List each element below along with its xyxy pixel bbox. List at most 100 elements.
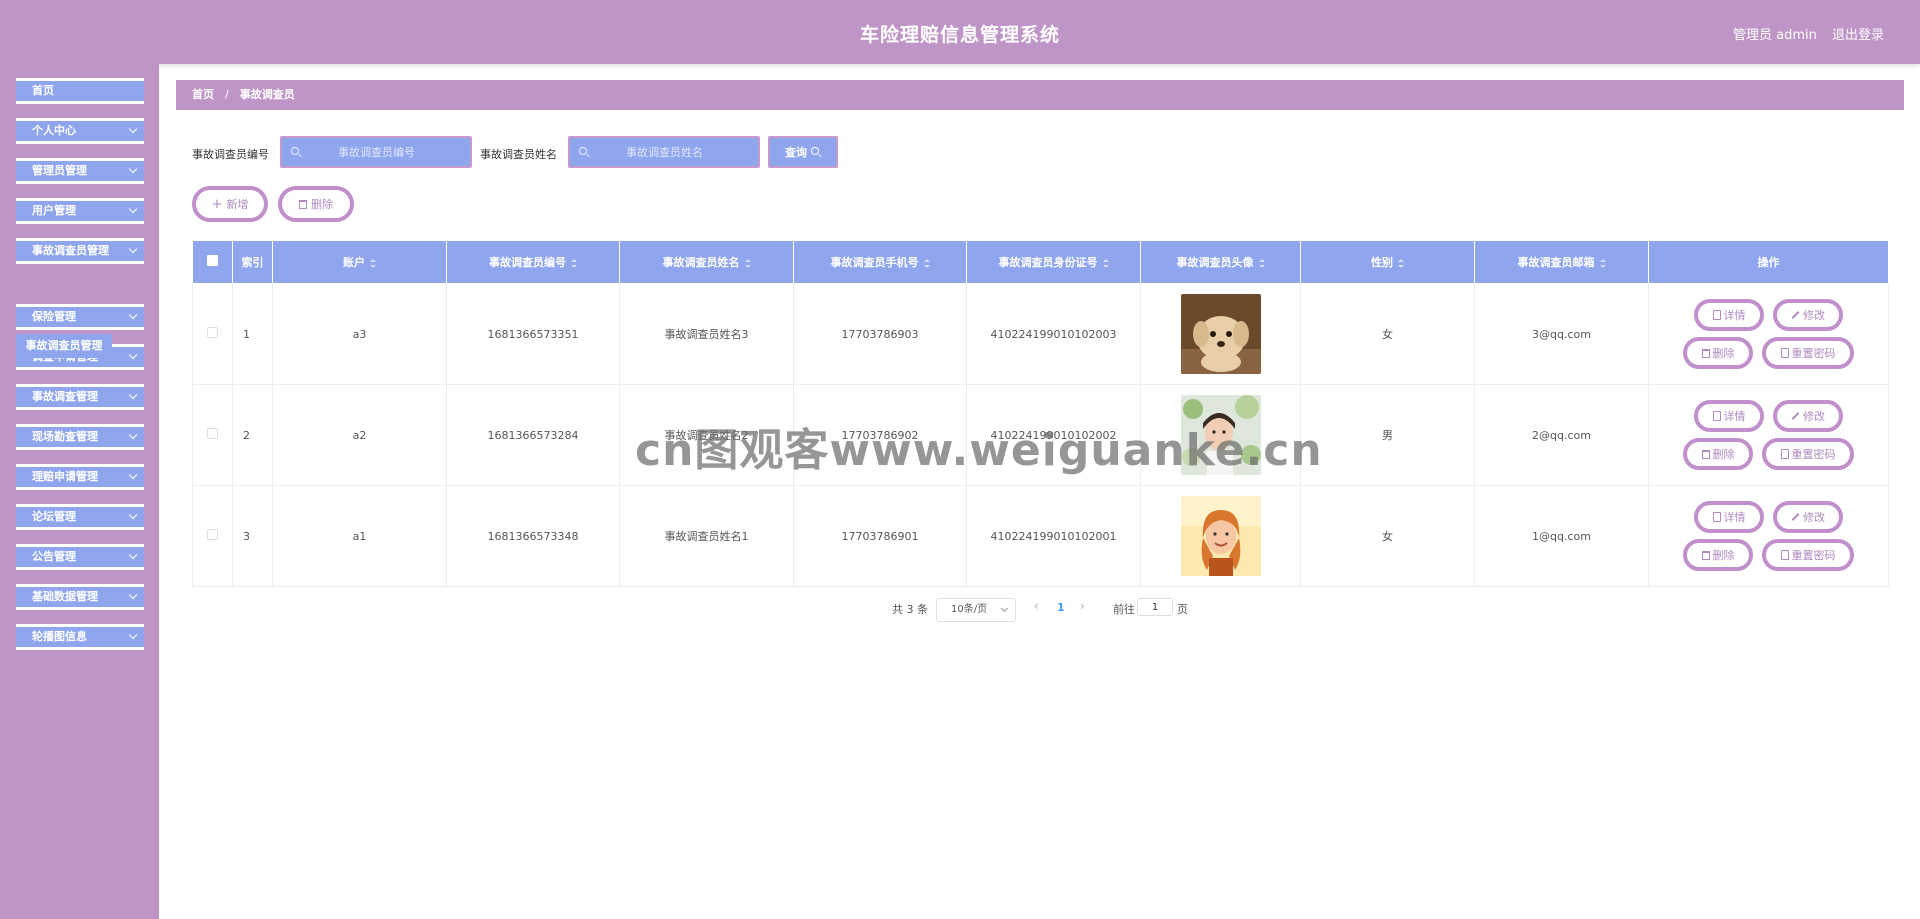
pagination-total: 共 3 条: [892, 603, 928, 616]
edit-icon: [1791, 513, 1800, 521]
cell-email: 2@qq.com: [1474, 384, 1649, 486]
cell-account: a3: [272, 283, 447, 385]
goto-page-input[interactable]: [1137, 598, 1173, 616]
delete-label: 删除: [311, 198, 333, 211]
sidebar-subitem-investigator[interactable]: 事故调查员管理: [16, 334, 112, 358]
column-header: 索引: [232, 240, 273, 284]
query-button[interactable]: 查询: [768, 136, 838, 168]
sidebar-item-label: 个人中心: [32, 124, 76, 137]
query-label: 查询: [785, 146, 807, 159]
chevron-down-icon: [128, 350, 138, 360]
sidebar-item[interactable]: 公告管理: [16, 544, 144, 570]
detail-button[interactable]: 详情: [1694, 501, 1764, 533]
sidebar-item[interactable]: 用户管理: [16, 198, 144, 224]
column-header[interactable]: 事故调查员身份证号: [966, 240, 1141, 284]
sidebar-item[interactable]: 现场勘查管理: [16, 424, 144, 450]
detail-label: 详情: [1723, 410, 1746, 423]
cell-code: 1681366573351: [446, 283, 620, 385]
edit-button[interactable]: 修改: [1773, 501, 1843, 533]
row-checkbox[interactable]: [192, 384, 233, 486]
sidebar-item-label: 轮播图信息: [32, 630, 87, 643]
cell-avatar: [1140, 384, 1301, 486]
sidebar-item[interactable]: 论坛管理: [16, 504, 144, 530]
column-header[interactable]: 性别: [1300, 240, 1475, 284]
column-header[interactable]: 事故调查员头像: [1140, 240, 1301, 284]
cell-gender: 男: [1300, 384, 1475, 486]
breadcrumb: 首页 / 事故调查员: [176, 80, 1904, 110]
column-header[interactable]: 事故调查员姓名: [619, 240, 794, 284]
page-size-select[interactable]: 10条/页: [936, 598, 1016, 622]
add-button[interactable]: + 新增: [192, 186, 268, 222]
sort-icon: [571, 258, 577, 268]
cell-gender: 女: [1300, 283, 1475, 385]
reset-password-button[interactable]: 重置密码: [1762, 337, 1854, 369]
add-label: 新增: [226, 198, 249, 211]
app-title: 车险理赔信息管理系统: [859, 24, 1060, 46]
sidebar-item[interactable]: 事故调查员管理: [16, 238, 144, 264]
cell-index: 2: [232, 384, 273, 486]
sidebar-item[interactable]: 管理员管理: [16, 158, 144, 184]
edit-label: 修改: [1803, 309, 1825, 322]
trash-icon: [1701, 449, 1710, 459]
row-checkbox[interactable]: [192, 485, 233, 587]
sidebar-item-label: 首页: [32, 84, 54, 97]
edit-button[interactable]: 修改: [1773, 299, 1843, 331]
top-header: 车险理赔信息管理系统 管理员 admin 退出登录: [0, 0, 1920, 64]
search-name-input[interactable]: [568, 136, 760, 168]
column-header[interactable]: 事故调查员手机号: [793, 240, 967, 284]
cell-actions: 详情 修改 删除 重置密码: [1648, 485, 1889, 587]
sidebar-item-label: 事故调查员管理: [32, 244, 109, 257]
plus-icon: +: [211, 196, 223, 212]
sidebar-item[interactable]: 首页: [16, 78, 144, 104]
chevron-down-icon: [128, 390, 138, 400]
column-header[interactable]: 事故调查员邮箱: [1474, 240, 1649, 284]
cell-index: 1: [232, 283, 273, 385]
cell-gender: 女: [1300, 485, 1475, 587]
delete-button[interactable]: 删除: [1683, 438, 1753, 470]
logout-link[interactable]: 退出登录: [1832, 24, 1884, 43]
sort-icon: [1102, 258, 1109, 268]
select-all-checkbox[interactable]: [192, 240, 233, 284]
cell-code: 1681366573348: [446, 485, 620, 587]
search-code-input[interactable]: [280, 136, 472, 168]
sidebar-item[interactable]: 个人中心: [16, 118, 144, 144]
delete-button[interactable]: 删除: [1683, 539, 1753, 571]
sidebar: 首页个人中心管理员管理用户管理事故调查员管理保险管理调查申请管理事故调查管理现场…: [0, 64, 159, 919]
reset-password-button[interactable]: 重置密码: [1762, 539, 1854, 571]
cell-actions: 详情 修改删除 重置密码: [1648, 283, 1889, 385]
cell-avatar: [1140, 485, 1301, 587]
sidebar-item[interactable]: 事故调查管理: [16, 384, 144, 410]
column-header[interactable]: 事故调查员编号: [446, 240, 620, 284]
column-header: 操作: [1648, 240, 1889, 284]
next-page-button[interactable]: ›: [1080, 599, 1085, 613]
reset-password-label: 重置密码: [1791, 448, 1836, 461]
document-icon: [1780, 449, 1789, 459]
sidebar-item[interactable]: 基础数据管理: [16, 584, 144, 610]
edit-button[interactable]: 修改: [1773, 400, 1843, 432]
delete-button[interactable]: 删除: [1683, 337, 1753, 369]
prev-page-button[interactable]: ‹: [1034, 599, 1039, 613]
reset-password-button[interactable]: 重置密码: [1762, 438, 1854, 470]
cell-phone: 17703786902: [793, 384, 967, 486]
page-number[interactable]: 1: [1057, 601, 1065, 614]
sidebar-item-label: 现场勘查管理: [32, 430, 98, 443]
avatar: [1141, 496, 1300, 576]
column-header[interactable]: 账户: [272, 240, 447, 284]
table-row: 2 a2 1681366573284 事故调查员姓名2 17703786902 41022…: [192, 384, 1889, 486]
breadcrumb-separator: /: [224, 88, 229, 101]
sidebar-item[interactable]: 轮播图信息: [16, 624, 144, 650]
sidebar-item[interactable]: 理赔申请管理: [16, 464, 144, 490]
batch-delete-button[interactable]: 删除: [278, 186, 354, 222]
cell-account: a2: [272, 384, 447, 486]
detail-button[interactable]: 详情: [1694, 299, 1764, 331]
chevron-down-icon: [128, 590, 138, 600]
cell-code: 1681366573284: [446, 384, 620, 486]
cell-name: 事故调查员姓名3: [619, 283, 794, 385]
document-icon: [1780, 348, 1789, 358]
row-checkbox[interactable]: [192, 283, 233, 385]
sidebar-item[interactable]: 保险管理: [16, 304, 144, 330]
breadcrumb-home[interactable]: 首页: [192, 88, 214, 101]
trash-icon: [1701, 348, 1710, 358]
chevron-down-icon: [128, 510, 138, 520]
detail-button[interactable]: 详情: [1694, 400, 1764, 432]
